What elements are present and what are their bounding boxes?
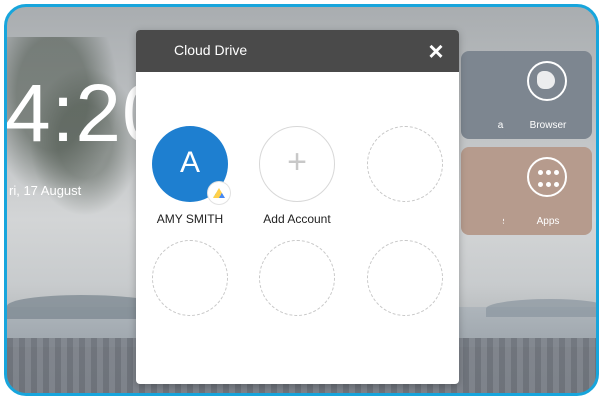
globe-icon bbox=[527, 61, 567, 101]
empty-account-slot bbox=[367, 240, 443, 316]
dialog-title: Cloud Drive bbox=[174, 42, 248, 58]
empty-account-slot bbox=[152, 240, 228, 316]
dialog-header: Cloud Drive × bbox=[136, 30, 459, 72]
plus-icon: + bbox=[287, 143, 307, 181]
account-avatar-amy-smith[interactable]: A bbox=[152, 126, 230, 204]
apps-tile[interactable]: Apps bbox=[504, 147, 592, 235]
close-icon[interactable]: × bbox=[421, 36, 451, 66]
google-drive-icon bbox=[208, 182, 230, 204]
cloud-drive-dialog: Cloud Drive × A AMY SMITH + Add Account bbox=[136, 30, 459, 384]
empty-account-slot bbox=[259, 240, 335, 316]
screen-frame: 4:20 ri, 17 August are s Browser Apps Cl… bbox=[0, 0, 603, 400]
browser-tile-label: Browser bbox=[529, 120, 567, 131]
clock-date: ri, 17 August bbox=[9, 183, 82, 198]
account-name-label: AMY SMITH bbox=[156, 212, 224, 226]
apps-grid-icon bbox=[527, 157, 567, 197]
add-account-button[interactable]: + bbox=[259, 126, 335, 202]
browser-tile[interactable]: Browser bbox=[504, 51, 592, 139]
add-account-label: Add Account bbox=[263, 212, 331, 226]
apps-tile-label: Apps bbox=[536, 216, 560, 227]
hills-background-right bbox=[486, 299, 596, 317]
account-initial: A bbox=[179, 146, 200, 179]
empty-account-slot bbox=[367, 126, 443, 202]
